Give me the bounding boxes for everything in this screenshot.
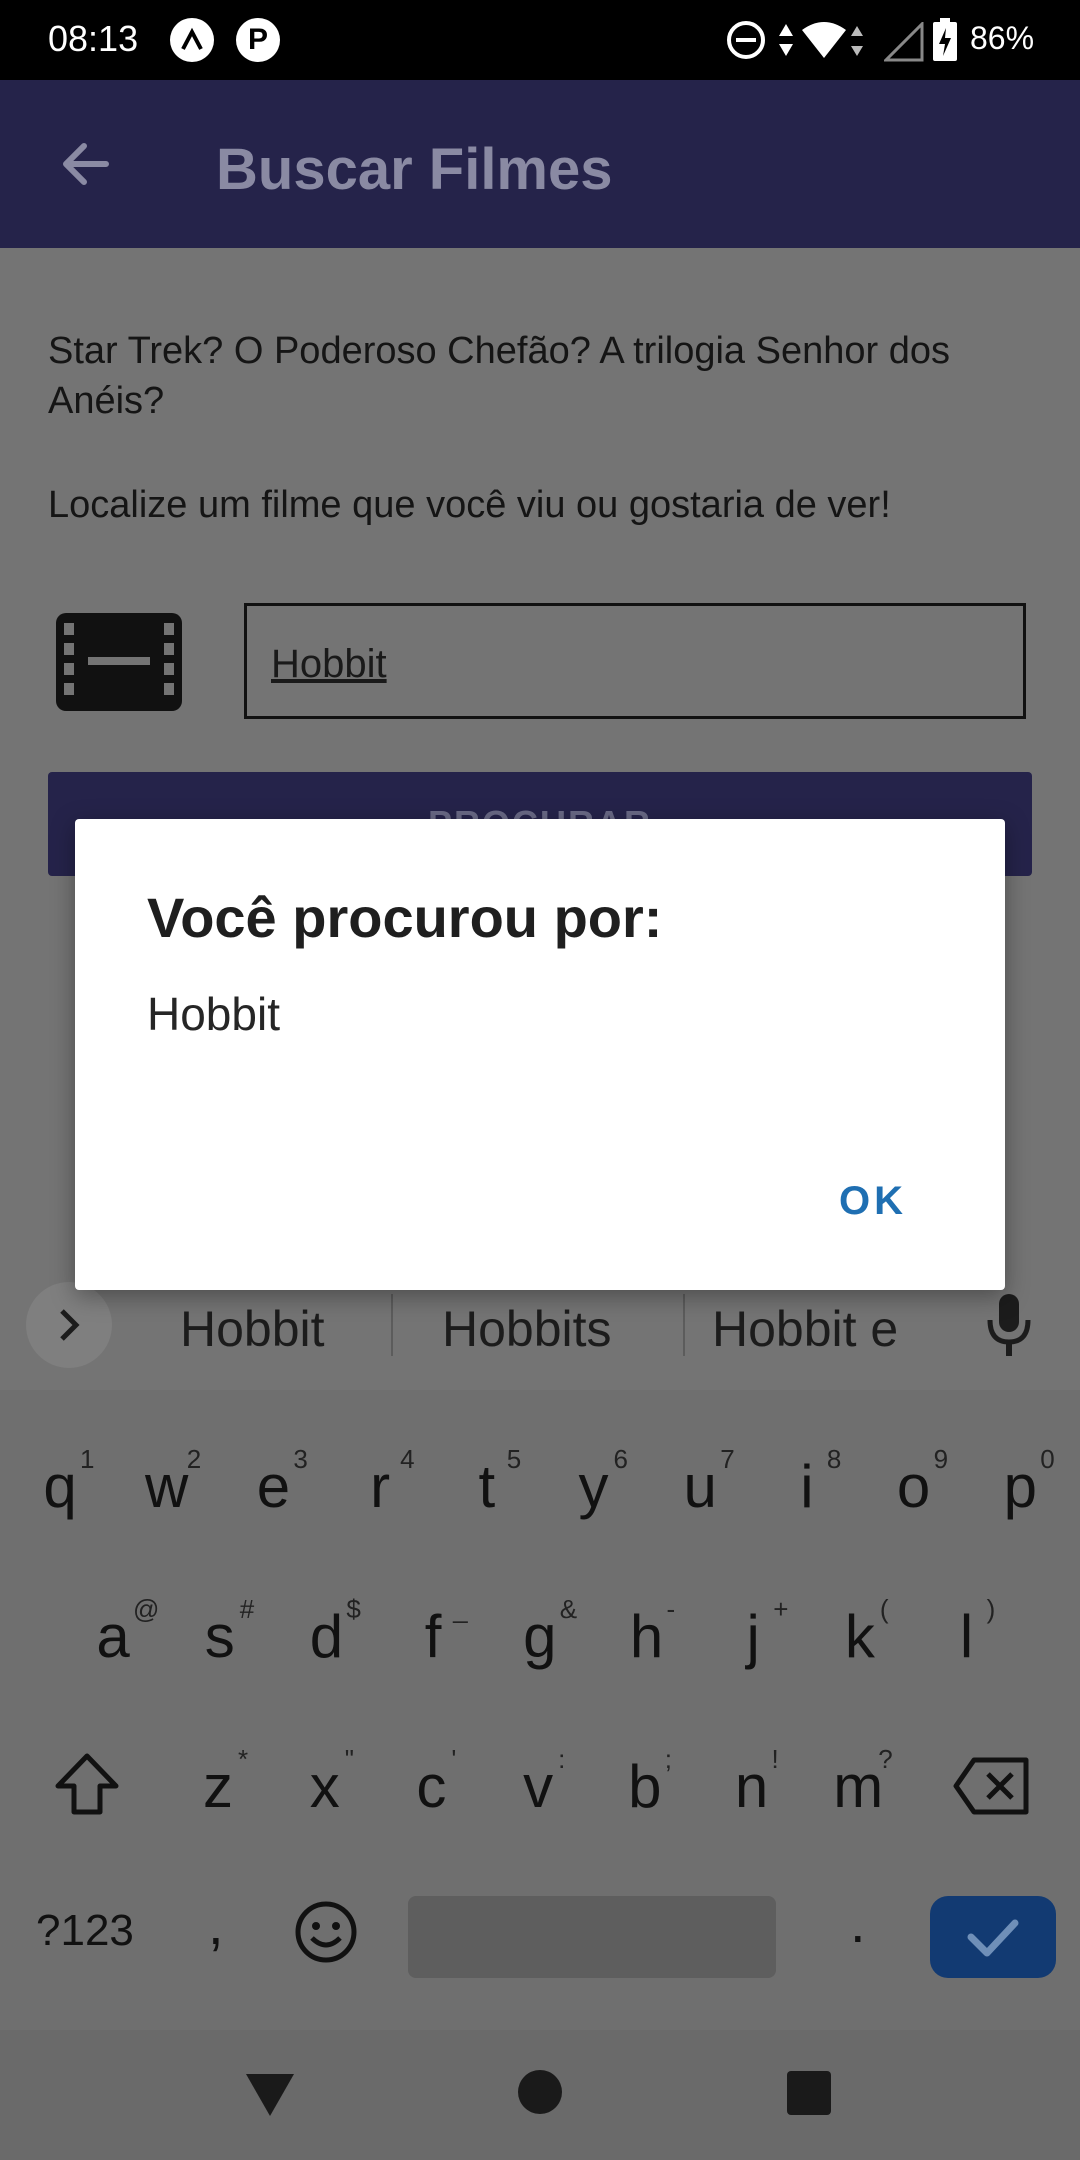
- key-hint-z: *: [238, 1744, 249, 1774]
- key-hint-p: 0: [1040, 1444, 1055, 1474]
- soft-keyboard: q1w2e3r4t5y6u7i8o9p0 a @ s # d $ f _ g & h - j + k(l) …: [0, 1390, 1080, 2030]
- navigation-bar: [0, 2030, 1080, 2160]
- back-nav-icon[interactable]: [244, 2070, 296, 2123]
- key-hint-x: ": [344, 1744, 354, 1774]
- cell-signal-icon: [882, 20, 924, 67]
- backspace-key[interactable]: [952, 1756, 1030, 1821]
- back-arrow-icon[interactable]: [56, 134, 116, 194]
- key-hint-u: 7: [720, 1444, 735, 1474]
- symbols-key[interactable]: ?123: [36, 1906, 134, 1956]
- page-title: Buscar Filmes: [216, 137, 613, 202]
- key-hint-j: +: [773, 1594, 789, 1624]
- dialog-ok-button[interactable]: OK: [839, 1179, 907, 1224]
- checkmark-icon: [967, 1919, 1019, 1957]
- arrow-up-logo-icon: [170, 18, 214, 62]
- key-hint-y: 6: [613, 1444, 628, 1474]
- key-hint-i: 8: [826, 1444, 842, 1474]
- suggestion-divider: [391, 1294, 393, 1356]
- data-arrows-icon: [776, 20, 796, 65]
- key-hint-g: &: [559, 1594, 578, 1624]
- shift-arrow-icon: [55, 1753, 119, 1815]
- p-logo-icon: P: [236, 18, 280, 62]
- wifi-arrows-icon: [850, 24, 864, 63]
- key-hint-o: 9: [933, 1444, 949, 1474]
- do-not-disturb-icon: [726, 20, 766, 65]
- key-hint-w: 2: [186, 1444, 202, 1474]
- key-hint-d: $: [346, 1594, 361, 1624]
- key-hint-r: 4: [400, 1444, 415, 1474]
- space-key[interactable]: [408, 1896, 776, 1978]
- expand-toolbar-button[interactable]: [26, 1282, 112, 1368]
- key-hint-v: :: [558, 1744, 566, 1774]
- app-bar: Buscar Filmes: [0, 80, 1080, 248]
- dialog-title: Você procurou por:: [147, 886, 663, 949]
- search-input-value: Hobbit: [271, 642, 387, 686]
- search-result-dialog: Você procurou por: Hobbit OK: [75, 819, 1005, 1290]
- film-icon: [54, 611, 184, 718]
- key-hint-b: ;: [664, 1744, 673, 1774]
- prompt-text: Localize um filme que você viu ou gostar…: [48, 484, 891, 526]
- chevron-right-icon: [60, 1309, 80, 1341]
- key-hint-c: ': [451, 1744, 457, 1774]
- enter-key[interactable]: [930, 1896, 1056, 1978]
- key-hint-n: !: [771, 1744, 779, 1774]
- recents-nav-icon[interactable]: [786, 2070, 832, 2121]
- key-hint-m: ?: [878, 1744, 893, 1774]
- battery-charging-icon: [932, 18, 958, 67]
- key-hint-a: @: [133, 1594, 160, 1624]
- suggestion-3[interactable]: Hobbit e: [712, 1300, 898, 1358]
- key-hint-e: 3: [293, 1444, 308, 1474]
- comma-key[interactable]: ,: [208, 1892, 224, 1957]
- emoji-smiley-icon: [295, 1901, 357, 1963]
- key-hint-k: (: [879, 1594, 889, 1624]
- suggestion-2[interactable]: Hobbits: [442, 1300, 612, 1358]
- key-hint-q: 1: [80, 1444, 95, 1474]
- intro-text: Star Trek? O Poderoso Chefão? A trilogia…: [48, 330, 950, 422]
- suggestion-1[interactable]: Hobbit: [180, 1300, 325, 1358]
- dialog-message: Hobbit: [147, 988, 280, 1040]
- movie-search-input[interactable]: Hobbit: [244, 603, 1026, 719]
- shift-key[interactable]: [52, 1750, 122, 1825]
- key-hint-l: ): [986, 1594, 996, 1624]
- backspace-icon: [953, 1757, 1029, 1815]
- microphone-icon[interactable]: [984, 1292, 1034, 1363]
- emoji-key[interactable]: [294, 1900, 358, 1969]
- suggestion-divider: [683, 1294, 685, 1356]
- key-hint-f: _: [453, 1594, 468, 1624]
- status-time: 08:13: [48, 18, 139, 59]
- status-bar: 08:13 P 86%: [0, 0, 1080, 80]
- key-hint-s: #: [239, 1594, 255, 1624]
- wifi-icon: [800, 20, 848, 65]
- key-hint-h: -: [666, 1594, 676, 1624]
- period-key[interactable]: .: [850, 1890, 866, 1955]
- battery-percent: 86%: [970, 20, 1035, 56]
- home-nav-icon[interactable]: [516, 2068, 564, 2121]
- key-hint-t: 5: [506, 1444, 522, 1474]
